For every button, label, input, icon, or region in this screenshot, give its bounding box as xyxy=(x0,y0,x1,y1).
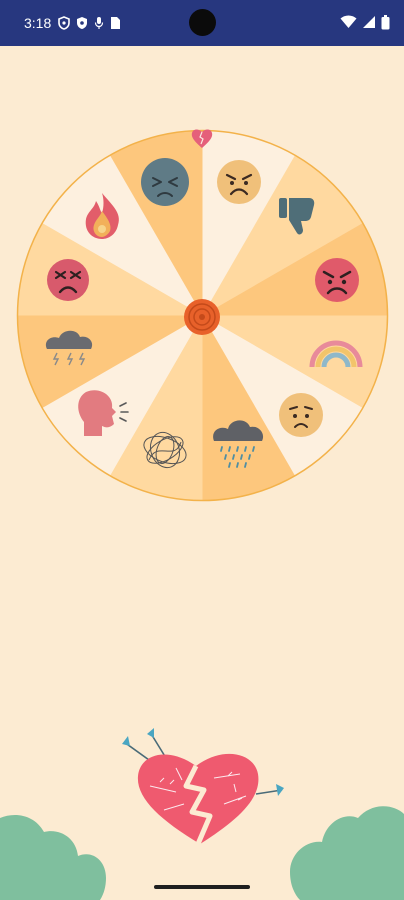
broken-heart-with-arrows-icon xyxy=(122,728,284,845)
privacy-shield-icon xyxy=(58,16,70,30)
status-icons-left xyxy=(58,15,121,31)
green-bushes-left xyxy=(0,814,106,900)
sad-face-icon xyxy=(141,158,189,206)
status-time: 3:18 xyxy=(24,15,52,31)
spin-button[interactable] xyxy=(183,298,221,336)
status-bar: 3:18 xyxy=(0,0,404,46)
heart-pointer-icon xyxy=(191,129,213,148)
battery-icon xyxy=(381,14,390,29)
cellular-signal-icon xyxy=(363,16,375,28)
bottom-decoration xyxy=(0,728,404,900)
microphone-icon xyxy=(94,17,104,29)
sim-card-icon xyxy=(111,17,120,29)
vpn-shield-icon xyxy=(77,17,87,29)
status-icons-right xyxy=(340,14,390,30)
wifi-icon xyxy=(340,15,357,28)
green-bushes-right xyxy=(290,806,404,900)
gesture-nav-handle[interactable] xyxy=(154,885,250,889)
frustrated-face-icon xyxy=(217,160,261,204)
angry-face-icon xyxy=(315,258,359,302)
furious-face-icon xyxy=(47,259,89,301)
camera-cutout xyxy=(189,9,216,36)
worried-face-icon xyxy=(279,393,323,437)
